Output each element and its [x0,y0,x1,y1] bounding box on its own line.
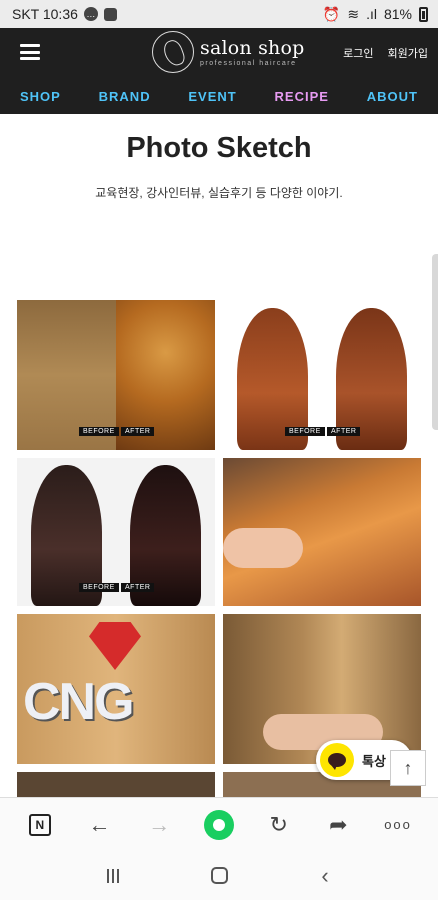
gallery-photo-partial[interactable] [17,772,215,797]
before-label: BEFORE [79,583,119,592]
gallery-photo-dark-before-after[interactable]: BEFORE AFTER [17,458,215,606]
recent-apps-button[interactable] [95,858,131,894]
logo-emblem-icon [152,31,194,73]
scroll-top-button[interactable]: ↑ [390,750,426,786]
main-nav: SHOP BRAND EVENT RECIPE ABOUT [0,84,438,108]
gallery-photo-straight-before-after[interactable]: BEFORE AFTER [223,300,421,450]
green-circle-icon [203,809,234,840]
account-links: 로그인 회원가입 [343,45,428,61]
share-icon[interactable]: ➦ [322,809,354,841]
page-title: Photo Sketch [126,132,312,164]
chat-button-label: 톡상 [362,753,386,769]
wifi-icon: ≋ [347,5,360,22]
more-icon[interactable]: ooo [382,809,414,841]
menu-icon[interactable] [20,44,40,60]
before-label: BEFORE [285,427,325,436]
app-notification-icon [103,7,117,21]
gallery-photo-hair-curl[interactable] [223,458,421,606]
page-subtitle: 교육현장, 강사인터뷰, 실습후기 등 다양한 이야기. [95,186,343,200]
alarm-icon: ⏰ [322,5,341,22]
kakao-talk-icon [320,743,354,777]
signup-link[interactable]: 회원가입 [388,45,428,61]
edge-panel-handle[interactable] [432,254,438,430]
after-label: AFTER [327,427,361,436]
logo-name: salon shop [200,37,305,59]
android-nav-bar: ‹ [0,851,438,900]
site-logo[interactable]: salon shop professional haircare [152,30,304,74]
nav-recipe[interactable]: RECIPE [275,89,329,104]
nav-about[interactable]: ABOUT [367,89,418,104]
nav-shop[interactable]: SHOP [20,89,61,104]
cng-sign-text: CNG [23,673,135,731]
battery-percent: 81% [383,6,412,22]
nav-event[interactable]: EVENT [188,89,236,104]
naver-n-icon: N [28,813,51,836]
status-bar: SKT 10:36 … ⏰ ≋ .ıl 81% [0,0,438,28]
naver-home-button[interactable]: N [24,809,56,841]
back-button[interactable]: ‹ [307,858,343,894]
forward-arrow-icon[interactable]: → [143,809,175,841]
before-label: BEFORE [79,427,119,436]
back-arrow-icon[interactable]: ← [84,809,116,841]
home-icon [210,867,228,884]
recent-apps-icon [107,868,119,883]
after-label: AFTER [121,427,155,436]
green-dot-button[interactable] [203,809,235,841]
message-icon: … [83,7,98,21]
browser-toolbar: N ← → ↻ ➦ ooo [0,797,438,851]
after-label: AFTER [121,583,155,592]
gallery-photo-curl-before-after[interactable]: BEFORE AFTER [17,300,215,450]
logo-tagline: professional haircare [200,60,297,67]
diamond-logo-icon [89,622,141,670]
gallery-photo-cng-sign[interactable]: CNG [17,614,215,764]
battery-icon [419,6,428,22]
nav-brand[interactable]: BRAND [99,89,151,104]
site-header: salon shop professional haircare 로그인 회원가… [0,28,438,114]
home-button[interactable] [201,858,237,894]
refresh-icon[interactable]: ↻ [263,809,295,841]
login-link[interactable]: 로그인 [343,45,373,61]
signal-icon: .ıl [366,6,377,22]
status-time: SKT 10:36 [12,6,78,22]
